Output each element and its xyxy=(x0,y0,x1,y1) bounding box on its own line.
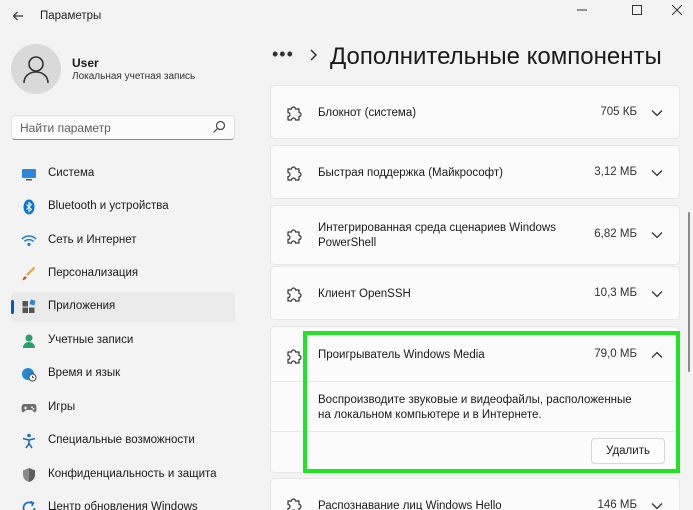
sidebar-item-label: Специальные возможности xyxy=(48,434,195,446)
sidebar-item-label: Время и язык xyxy=(48,367,121,379)
sidebar-item-label: Учетные записи xyxy=(48,334,134,346)
arrow-left-icon xyxy=(12,11,23,21)
feature-name-line2: PowerShell xyxy=(318,237,377,249)
feature-name: Клиент OpenSSH xyxy=(318,288,411,300)
minimize-icon xyxy=(577,9,587,11)
update-icon xyxy=(22,500,36,510)
close-icon xyxy=(672,5,682,15)
sidebar-item-label: Игры xyxy=(48,401,76,413)
chevron-right-icon xyxy=(310,49,318,61)
puzzle-icon xyxy=(287,498,302,510)
maximize-icon xyxy=(632,5,642,15)
scrollbar[interactable] xyxy=(688,212,690,372)
breadcrumb-overflow[interactable]: ••• xyxy=(272,44,294,65)
highlight-frame xyxy=(303,331,680,473)
sidebar-item-label: Приложения xyxy=(48,300,116,312)
sidebar-item-system[interactable]: Система xyxy=(11,159,235,189)
monitor-icon xyxy=(22,169,36,181)
feature-name: Быстрая поддержка (Майкрософт) xyxy=(318,167,503,179)
brush-icon xyxy=(22,266,36,281)
sidebar-item-label: Персонализация xyxy=(48,267,139,279)
sidebar-item-accessibility[interactable]: Специальные возможности xyxy=(11,426,235,456)
puzzle-icon xyxy=(287,166,302,181)
feature-card-openssh[interactable]: Клиент OpenSSH 10,3 МБ xyxy=(270,266,680,320)
puzzle-icon xyxy=(287,229,302,244)
sidebar-item-bluetooth[interactable]: Bluetooth и устройства xyxy=(11,192,235,222)
feature-card-notepad[interactable]: Блокнот (система) 705 КБ xyxy=(270,85,680,139)
wifi-icon xyxy=(21,235,37,247)
sidebar-item-label: Bluetooth и устройства xyxy=(48,200,169,212)
feature-size: 3,12 МБ xyxy=(594,166,637,178)
sidebar-item-apps[interactable]: Приложения xyxy=(11,292,235,322)
page-title: Дополнительные компоненты xyxy=(330,43,662,70)
active-indicator xyxy=(11,300,14,314)
title-bar: Параметры xyxy=(0,0,693,34)
feature-name: Блокнот (система) xyxy=(318,107,417,119)
bluetooth-icon xyxy=(23,199,35,215)
avatar[interactable] xyxy=(11,44,61,94)
sidebar-item-personalization[interactable]: Персонализация xyxy=(11,259,235,289)
sidebar-item-label: Центр обновления Windows xyxy=(48,501,198,510)
feature-card-windows-hello-face[interactable]: Распознавание лиц Windows Hello 146 МБ xyxy=(270,478,680,510)
puzzle-icon xyxy=(287,349,302,364)
sidebar-item-time-language[interactable]: Время и язык xyxy=(11,359,235,389)
feature-card-powershell-ise[interactable]: Интегрированная среда сценариев Windows … xyxy=(270,205,680,265)
minimize-button[interactable] xyxy=(560,0,604,20)
chevron-down-icon[interactable] xyxy=(651,169,663,177)
chevron-down-icon[interactable] xyxy=(651,290,663,298)
feature-name: Распознавание лиц Windows Hello xyxy=(318,500,502,510)
apps-icon xyxy=(22,299,36,313)
feature-size: 705 КБ xyxy=(600,106,637,118)
gamepad-icon xyxy=(21,404,37,413)
user-name: User xyxy=(72,56,99,70)
chevron-down-icon[interactable] xyxy=(651,109,663,117)
search-placeholder: Найти параметр xyxy=(20,121,111,135)
chevron-down-icon[interactable] xyxy=(651,231,663,239)
account-type: Локальная учетная запись xyxy=(72,71,196,82)
shield-icon xyxy=(23,468,35,482)
sidebar-item-label: Конфиденциальность и защита xyxy=(48,468,217,480)
sidebar-item-privacy[interactable]: Конфиденциальность и защита xyxy=(11,460,235,490)
sidebar-item-gaming[interactable]: Игры xyxy=(11,393,235,423)
sidebar-item-network[interactable]: Сеть и Интернет xyxy=(11,226,235,256)
close-button[interactable] xyxy=(655,0,693,20)
sidebar-item-label: Система xyxy=(48,167,95,179)
maximize-button[interactable] xyxy=(615,0,659,20)
globe-clock-icon xyxy=(22,368,37,382)
puzzle-icon xyxy=(287,106,302,121)
chevron-down-icon[interactable] xyxy=(651,502,663,510)
sidebar-item-accounts[interactable]: Учетные записи xyxy=(11,326,235,356)
accessibility-icon xyxy=(22,433,36,449)
feature-size: 6,82 МБ xyxy=(594,228,637,240)
app-title: Параметры xyxy=(40,10,102,22)
search-input[interactable]: Найти параметр xyxy=(11,115,235,140)
sidebar-item-windows-update[interactable]: Центр обновления Windows xyxy=(11,493,235,510)
person-icon xyxy=(23,334,35,348)
feature-name: Интегрированная среда сценариев Windows xyxy=(318,222,556,234)
back-button[interactable] xyxy=(8,6,28,26)
feature-size: 10,3 МБ xyxy=(594,287,637,299)
sidebar-item-label: Сеть и Интернет xyxy=(48,234,137,246)
puzzle-icon xyxy=(287,287,302,302)
feature-card-quick-assist[interactable]: Быстрая поддержка (Майкрософт) 3,12 МБ xyxy=(270,145,680,199)
search-icon xyxy=(213,120,226,133)
feature-size: 146 МБ xyxy=(597,499,637,510)
user-avatar-icon xyxy=(23,56,49,83)
